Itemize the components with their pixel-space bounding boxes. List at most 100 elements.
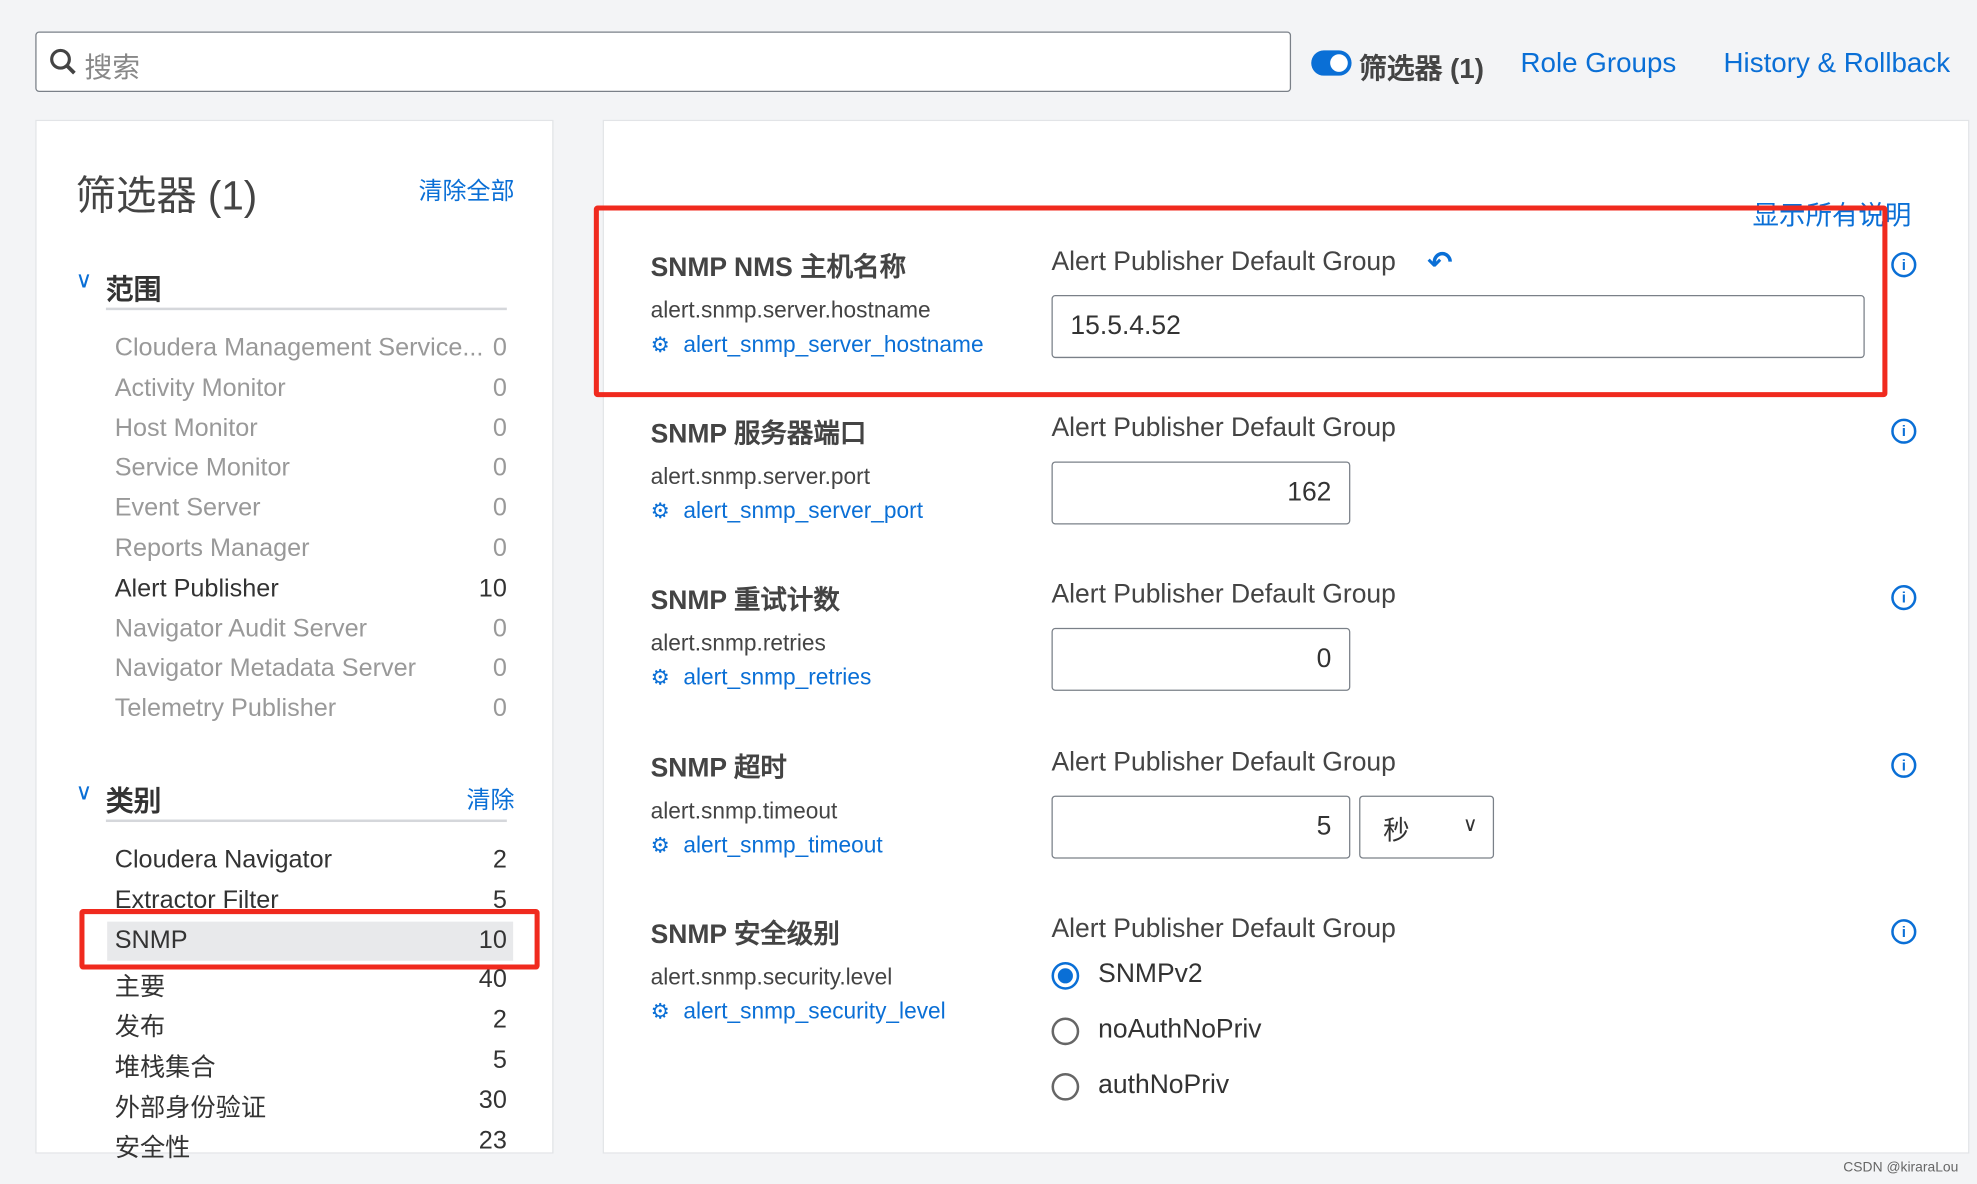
number-input[interactable]: 5 xyxy=(1051,795,1351,859)
category-item-count: 5 xyxy=(492,1046,507,1075)
number-input[interactable]: 162 xyxy=(1051,461,1351,525)
scope-item-label: Telemetry Publisher xyxy=(114,694,337,723)
setting-title: SNMP 安全级别 xyxy=(650,920,840,950)
category-item[interactable]: 安全性 23 xyxy=(115,1127,507,1164)
info-icon[interactable]: i xyxy=(1891,918,1917,945)
scope-item[interactable]: Alert Publisher 10 xyxy=(115,575,507,604)
scope-item[interactable]: Host Monitor 0 xyxy=(115,414,507,443)
setting-title: SNMP 超时 xyxy=(650,753,787,783)
setting-key: alert.snmp.timeout xyxy=(650,797,838,823)
category-item[interactable]: 外部身份验证 30 xyxy=(115,1087,507,1124)
scope-item-label: Host Monitor xyxy=(114,414,258,443)
unit-select[interactable]: 秒 ∨ xyxy=(1359,795,1495,859)
gears-icon: ⚙ xyxy=(650,832,670,857)
setting-key: alert.snmp.security.level xyxy=(650,964,893,990)
divider xyxy=(105,307,507,311)
category-item-count: 30 xyxy=(478,1086,507,1115)
radio-noAuthNoPriv[interactable] xyxy=(1051,1017,1080,1045)
search-icon xyxy=(50,48,76,75)
scope-item-count: 0 xyxy=(492,534,507,563)
category-heading: 类别 xyxy=(105,785,162,817)
watermark: CSDN @kiraraLou xyxy=(1843,1159,1959,1176)
scope-item-count: 0 xyxy=(492,654,507,683)
filter-toggle[interactable] xyxy=(1311,50,1352,76)
category-item[interactable]: SNMP 10 xyxy=(115,926,507,955)
category-item-label: SNMP xyxy=(114,926,188,954)
radio-label: SNMPv2 xyxy=(1098,959,1203,989)
clear-category-link[interactable]: 清除 xyxy=(466,782,514,816)
scope-item-label: Reports Manager xyxy=(114,534,310,563)
role-groups-link[interactable]: Role Groups xyxy=(1521,47,1677,80)
scope-item[interactable]: Activity Monitor 0 xyxy=(115,374,507,403)
sidebar-title: 筛选器 (1) xyxy=(75,172,258,219)
scope-item-label: Service Monitor xyxy=(114,454,290,483)
role-group-label: Alert Publisher Default Group xyxy=(1051,747,1396,777)
scope-item[interactable]: Reports Manager 0 xyxy=(115,535,507,564)
scope-item-label: Navigator Audit Server xyxy=(114,614,368,643)
chevron-down-icon[interactable]: ∨ xyxy=(76,779,93,805)
category-item-count: 5 xyxy=(492,886,507,914)
config-name-link[interactable]: alert_snmp_security_level xyxy=(683,998,945,1024)
scope-item-count: 0 xyxy=(492,374,507,402)
gears-icon: ⚙ xyxy=(650,999,670,1024)
category-item[interactable]: Extractor Filter 5 xyxy=(115,886,507,915)
hostname-input[interactable]: 15.5.4.52 xyxy=(1051,295,1865,359)
category-item[interactable]: 发布 2 xyxy=(115,1006,507,1043)
category-item-label: 安全性 xyxy=(114,1134,191,1162)
scope-item-label: Activity Monitor xyxy=(114,374,286,402)
gears-icon: ⚙ xyxy=(650,499,670,524)
undo-icon[interactable]: ↶ xyxy=(1427,245,1452,282)
scope-item-label: Event Server xyxy=(114,494,261,523)
category-item-count: 10 xyxy=(478,926,507,954)
config-name-link[interactable]: alert_snmp_timeout xyxy=(683,832,882,858)
search-input[interactable]: 搜索 xyxy=(84,45,139,85)
category-item[interactable]: 主要 40 xyxy=(115,966,507,1003)
chevron-down-icon[interactable]: ∨ xyxy=(76,267,93,293)
scope-heading: 范围 xyxy=(105,273,162,306)
category-item-count: 40 xyxy=(478,966,507,995)
scope-item[interactable]: Navigator Metadata Server 0 xyxy=(115,655,507,684)
number-input[interactable]: 0 xyxy=(1051,628,1351,692)
role-group-label: Alert Publisher Default Group xyxy=(1051,413,1396,443)
scope-item-label: Cloudera Management Service... xyxy=(114,334,484,362)
config-name-link[interactable]: alert_snmp_retries xyxy=(683,665,871,691)
divider xyxy=(105,819,507,823)
category-item-label: 堆栈集合 xyxy=(114,1054,216,1082)
setting-title: SNMP 服务器端口 xyxy=(650,420,867,450)
scope-item[interactable]: Event Server 0 xyxy=(115,494,507,523)
scope-item-label: Navigator Metadata Server xyxy=(114,654,417,683)
clear-all-link[interactable]: 清除全部 xyxy=(419,173,515,207)
scope-item[interactable]: Service Monitor 0 xyxy=(115,454,507,483)
category-item[interactable]: Cloudera Navigator 2 xyxy=(115,846,507,875)
category-item-label: Extractor Filter xyxy=(114,886,279,914)
search-box[interactable]: 搜索 xyxy=(35,31,1292,93)
setting-key: alert.snmp.server.hostname xyxy=(650,297,931,323)
info-icon[interactable]: i xyxy=(1891,252,1917,278)
radio-SNMPv2[interactable] xyxy=(1051,961,1080,990)
gears-icon: ⚙ xyxy=(650,332,670,357)
scope-item-label: Alert Publisher xyxy=(114,574,279,603)
category-item-label: 外部身份验证 xyxy=(114,1094,267,1122)
config-name-link[interactable]: alert_snmp_server_hostname xyxy=(683,332,983,358)
info-icon[interactable]: i xyxy=(1891,752,1917,778)
radio-label: authNoPriv xyxy=(1098,1070,1230,1100)
radio-authNoPriv[interactable] xyxy=(1051,1072,1080,1101)
scope-item-count: 0 xyxy=(492,334,507,362)
scope-item-count: 0 xyxy=(492,494,507,523)
category-item-label: Cloudera Navigator xyxy=(114,845,333,874)
setting-title: SNMP NMS 主机名称 xyxy=(650,253,907,283)
category-item-count: 23 xyxy=(478,1126,507,1155)
category-item-label: 主要 xyxy=(114,973,166,1002)
setting-title: SNMP 重试计数 xyxy=(650,586,840,616)
scope-item[interactable]: Navigator Audit Server 0 xyxy=(115,615,507,644)
role-group-label: Alert Publisher Default Group xyxy=(1051,913,1396,943)
config-name-link[interactable]: alert_snmp_server_port xyxy=(683,498,923,524)
scope-item-count: 0 xyxy=(492,614,507,643)
category-item-count: 2 xyxy=(492,845,507,874)
role-group-label: Alert Publisher Default Group xyxy=(1051,580,1396,610)
history-rollback-link[interactable]: History & Rollback xyxy=(1724,47,1951,80)
scope-item[interactable]: Cloudera Management Service... 0 xyxy=(115,334,507,363)
scope-item[interactable]: Telemetry Publisher 0 xyxy=(115,695,507,724)
category-item[interactable]: 堆栈集合 5 xyxy=(115,1046,507,1083)
scope-item-count: 0 xyxy=(492,414,507,443)
